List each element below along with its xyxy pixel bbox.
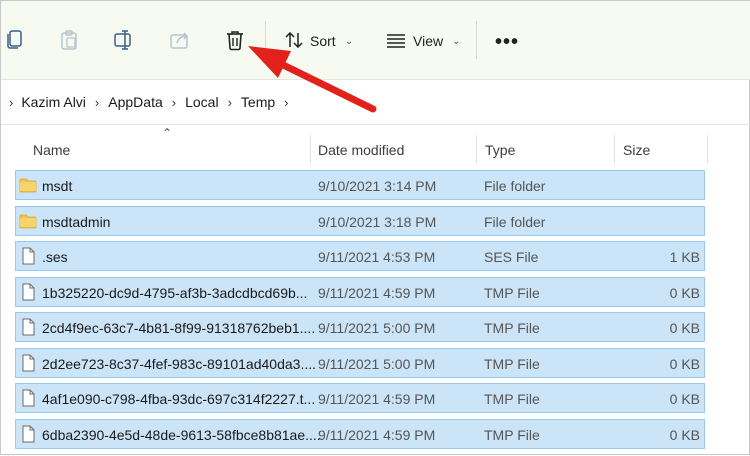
- column-header-size[interactable]: Size: [623, 142, 650, 158]
- file-icon: [19, 354, 37, 372]
- toolbar-separator: [476, 21, 477, 59]
- file-size: 0 KB: [669, 320, 700, 336]
- column-header-name[interactable]: Name: [33, 142, 70, 158]
- file-name: 2d2ee723-8c37-4fef-983c-89101ad40da3....: [42, 355, 316, 372]
- view-button[interactable]: View ⌄: [386, 27, 460, 55]
- file-list: msdt 9/10/2021 3:14 PM File folder msdtadmi…: [15, 170, 705, 454]
- file-name: .ses: [42, 249, 68, 265]
- file-row[interactable]: .ses 9/11/2021 4:53 PM SES File 1 KB: [15, 241, 705, 271]
- file-icon: [19, 425, 37, 443]
- file-name: 6dba2390-4e5d-48de-9613-58fbce8b81ae....: [42, 426, 321, 443]
- file-row[interactable]: 1b325220-dc9d-4795-af3b-3adcdbcd69b... 9/…: [15, 276, 705, 307]
- breadcrumb: › Kazim Alvi › AppData › Local › Temp ›: [1, 80, 750, 125]
- file-date-modified: 9/11/2021 4:59 PM: [318, 284, 436, 301]
- file-icon: [19, 283, 37, 301]
- share-icon[interactable]: [167, 27, 193, 53]
- file-name: 1b325220-dc9d-4795-af3b-3adcdbcd69b...: [42, 284, 308, 301]
- file-type: File folder: [484, 213, 546, 230]
- breadcrumb-chevron-icon: ›: [9, 94, 14, 110]
- sort-ascending-icon: ⌃: [162, 126, 173, 140]
- file-date-modified: 9/11/2021 4:53 PM: [318, 249, 436, 265]
- file-row[interactable]: 2d2ee723-8c37-4fef-983c-89101ad40da3....…: [15, 347, 705, 378]
- column-divider[interactable]: [310, 135, 311, 163]
- rename-icon[interactable]: [111, 27, 137, 53]
- file-name: msdtadmin: [42, 213, 111, 230]
- folder-icon: [19, 176, 37, 194]
- file-date-modified: 9/11/2021 4:59 PM: [318, 426, 436, 443]
- file-size: 0 KB: [669, 355, 700, 372]
- view-icon: [386, 32, 406, 51]
- file-size: 0 KB: [669, 284, 700, 301]
- breadcrumb-item-temp[interactable]: Temp: [241, 94, 275, 110]
- file-row[interactable]: msdt 9/10/2021 3:14 PM File folder: [15, 170, 705, 200]
- file-row[interactable]: msdtadmin 9/10/2021 3:18 PM File folder: [15, 205, 705, 236]
- file-type: TMP File: [484, 284, 540, 301]
- breadcrumb-chevron-icon: ›: [171, 94, 177, 110]
- chevron-down-icon: ⌄: [452, 35, 461, 47]
- breadcrumb-item-user[interactable]: Kazim Alvi: [21, 94, 86, 110]
- file-type: TMP File: [484, 391, 540, 407]
- sort-icon: [285, 31, 303, 52]
- column-header-date[interactable]: Date modified: [318, 142, 404, 158]
- file-name: msdt: [42, 178, 73, 194]
- file-size: 0 KB: [669, 426, 700, 443]
- file-date-modified: 9/11/2021 5:00 PM: [318, 355, 436, 372]
- paste-icon[interactable]: [56, 27, 82, 53]
- breadcrumb-chevron-icon: ›: [94, 94, 100, 110]
- breadcrumb-chevron-icon: ›: [284, 94, 289, 110]
- file-size: 1 KB: [669, 249, 700, 265]
- file-row[interactable]: 6dba2390-4e5d-48de-9613-58fbce8b81ae....…: [15, 418, 705, 449]
- sort-button[interactable]: Sort ⌄: [285, 27, 353, 55]
- copy-icon[interactable]: [1, 27, 27, 53]
- sort-label: Sort: [310, 33, 336, 49]
- column-header: ⌃ Name Date modified Type Size: [1, 126, 750, 167]
- column-divider[interactable]: [707, 135, 708, 163]
- file-type: TMP File: [484, 320, 540, 336]
- chevron-down-icon: ⌄: [344, 35, 354, 47]
- file-date-modified: 9/11/2021 4:59 PM: [318, 391, 436, 407]
- column-divider[interactable]: [614, 135, 615, 163]
- file-type: TMP File: [484, 355, 540, 372]
- file-date-modified: 9/10/2021 3:18 PM: [318, 213, 437, 230]
- delete-icon[interactable]: [222, 27, 248, 53]
- file-icon: [19, 389, 37, 407]
- view-label: View: [413, 33, 444, 49]
- toolbar-separator: [265, 21, 266, 59]
- file-name: 4af1e090-c798-4fba-93dc-697c314f2227.t..…: [42, 391, 316, 407]
- file-row[interactable]: 2cd4f9ec-63c7-4b81-8f99-91318762beb1....…: [15, 312, 705, 342]
- file-icon: [19, 318, 37, 336]
- file-size: 0 KB: [669, 391, 700, 407]
- breadcrumb-item-appdata[interactable]: AppData: [108, 94, 162, 110]
- breadcrumb-chevron-icon: ›: [227, 94, 232, 110]
- command-bar: Sort ⌄ View ⌄ •••: [1, 1, 750, 80]
- column-divider[interactable]: [476, 135, 477, 163]
- file-type: SES File: [484, 249, 539, 265]
- file-date-modified: 9/10/2021 3:14 PM: [318, 178, 437, 194]
- more-options-button[interactable]: •••: [495, 31, 519, 54]
- breadcrumb-item-local[interactable]: Local: [185, 94, 218, 110]
- file-type: File folder: [484, 178, 546, 194]
- file-icon: [19, 247, 37, 265]
- file-row[interactable]: 4af1e090-c798-4fba-93dc-697c314f2227.t..…: [15, 383, 705, 413]
- folder-icon: [19, 212, 37, 230]
- column-header-type[interactable]: Type: [485, 142, 515, 158]
- file-type: TMP File: [484, 426, 540, 443]
- file-date-modified: 9/11/2021 5:00 PM: [318, 320, 436, 336]
- file-name: 2cd4f9ec-63c7-4b81-8f99-91318762beb1....: [42, 320, 316, 336]
